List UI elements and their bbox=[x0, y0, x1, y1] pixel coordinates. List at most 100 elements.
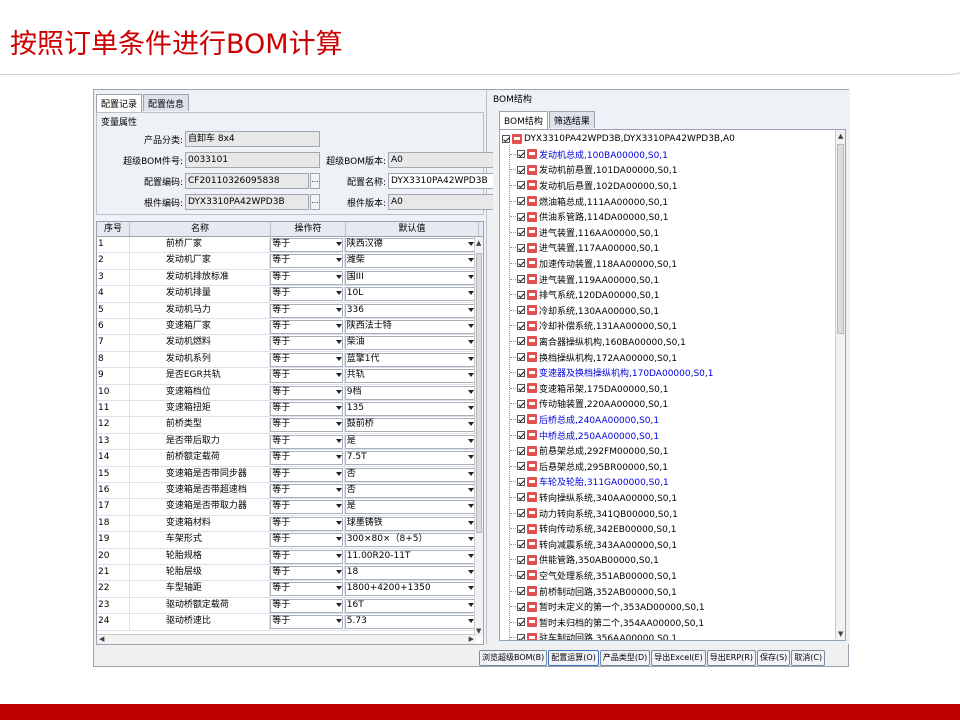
tree-item[interactable]: 冷却系统,130AA00000,S0,1 bbox=[510, 303, 659, 319]
table-row[interactable]: 11 变速箱扭矩 等于 135 bbox=[97, 401, 477, 418]
checkbox[interactable] bbox=[517, 228, 525, 237]
tree-item[interactable]: 进气装置,117AA00000,S0,1 bbox=[510, 240, 659, 256]
table-row[interactable]: 5 发动机马力 等于 336 bbox=[97, 302, 477, 319]
table-row[interactable]: 8 发动机系列 等于 蓝擎1代 bbox=[97, 351, 477, 369]
dropdown-arrow-icon[interactable] bbox=[335, 602, 342, 607]
table-row[interactable]: 17 变速箱是否带取力器 等于 是 bbox=[97, 499, 477, 516]
checkbox[interactable] bbox=[517, 587, 525, 596]
checkbox[interactable] bbox=[517, 290, 525, 299]
tree-item[interactable]: 进气装置,116AA00000,S0,1 bbox=[510, 225, 659, 241]
dropdown-arrow-icon[interactable] bbox=[335, 340, 342, 345]
operator-select[interactable]: 等于 bbox=[270, 253, 345, 269]
default-value-select[interactable]: 16T bbox=[344, 597, 477, 614]
default-value-select[interactable]: 国III bbox=[344, 269, 477, 286]
default-value-select[interactable]: 1800+4200+1350 bbox=[344, 581, 477, 597]
dropdown-arrow-icon[interactable] bbox=[335, 488, 342, 492]
checkbox[interactable] bbox=[517, 212, 525, 221]
grid-horizontal-scrollbar[interactable]: ◀ ▶ bbox=[97, 634, 476, 644]
tree-item[interactable]: 空气处理系统,351AB00000,S0,1 bbox=[510, 568, 677, 584]
dropdown-arrow-icon[interactable] bbox=[335, 471, 342, 476]
dropdown-arrow-icon[interactable] bbox=[335, 406, 342, 410]
operator-select[interactable]: 等于 bbox=[270, 417, 345, 433]
table-row[interactable]: 3 发动机排放标准 等于 国III bbox=[97, 269, 477, 287]
dropdown-arrow-icon[interactable] bbox=[335, 389, 342, 394]
checkbox[interactable] bbox=[517, 633, 525, 640]
dropdown-arrow-icon[interactable] bbox=[335, 504, 342, 509]
default-value-select[interactable]: 11.00R20-11T bbox=[344, 548, 477, 564]
operator-select[interactable]: 等于 bbox=[270, 335, 345, 351]
operator-select[interactable]: 等于 bbox=[270, 286, 345, 302]
tree-item[interactable]: 供油系管路,114DA00000,S0,1 bbox=[510, 209, 669, 225]
checkbox[interactable] bbox=[517, 243, 525, 252]
operator-select[interactable]: 等于 bbox=[270, 401, 345, 417]
operator-select[interactable]: 等于 bbox=[270, 450, 345, 466]
default-value-select[interactable]: 否 bbox=[344, 483, 477, 499]
checkbox[interactable] bbox=[517, 431, 525, 440]
default-value-select[interactable]: 否 bbox=[344, 466, 477, 482]
operator-select[interactable]: 等于 bbox=[270, 433, 345, 450]
operator-select[interactable]: 等于 bbox=[270, 384, 345, 400]
checkbox[interactable] bbox=[517, 337, 525, 346]
checkbox[interactable] bbox=[517, 306, 525, 315]
tree-item[interactable]: 燃油箱总成,111AA00000,S0,1 bbox=[510, 193, 668, 209]
tree-item[interactable]: 前桥制动回路,352AB00000,S0,1 bbox=[510, 583, 677, 599]
tree-item[interactable]: 中桥总成,250AA00000,S0,1 bbox=[510, 427, 659, 443]
tree-item[interactable]: 后悬架总成,295BR00000,S0,1 bbox=[510, 459, 668, 475]
dropdown-arrow-icon[interactable] bbox=[335, 307, 342, 312]
tree-item[interactable]: 转向减震系统,343AA00000,S0,1 bbox=[510, 537, 677, 553]
checkbox[interactable] bbox=[517, 493, 525, 502]
tree-vertical-scrollbar[interactable]: ▲ ▼ bbox=[835, 130, 845, 640]
operator-select[interactable]: 等于 bbox=[270, 499, 345, 515]
operator-select[interactable]: 等于 bbox=[270, 581, 345, 597]
tab-bom-structure[interactable]: BOM结构 bbox=[499, 111, 548, 129]
default-value-select[interactable]: 柴油 bbox=[344, 335, 477, 351]
table-row[interactable]: 9 是否EGR共轨 等于 共轨 bbox=[97, 368, 477, 385]
table-row[interactable]: 24 驱动桥速比 等于 5.73 bbox=[97, 614, 477, 631]
default-value-select[interactable]: 陕西法士特 bbox=[344, 319, 477, 335]
dropdown-arrow-icon[interactable] bbox=[335, 455, 342, 460]
tree-item[interactable]: 传动轴装置,220AA00000,S0,1 bbox=[510, 396, 668, 412]
dropdown-arrow-icon[interactable] bbox=[335, 586, 342, 591]
root-code-browse-button[interactable]: … bbox=[310, 194, 320, 210]
dropdown-arrow-icon[interactable] bbox=[335, 619, 342, 624]
tree-item[interactable]: 车轮及轮胎,311GA00000,S0,1 bbox=[510, 474, 669, 490]
tab-config-record[interactable]: 配置记录 bbox=[96, 94, 143, 112]
dropdown-arrow-icon[interactable] bbox=[335, 537, 342, 542]
checkbox[interactable] bbox=[517, 555, 525, 564]
default-value-select[interactable]: 潍柴 bbox=[344, 253, 477, 269]
dropdown-arrow-icon[interactable] bbox=[335, 324, 342, 328]
table-row[interactable]: 4 发动机排量 等于 10L bbox=[97, 286, 477, 303]
tree-item[interactable]: 供能管路,350AB00000,S0,1 bbox=[510, 552, 659, 568]
default-value-select[interactable]: 5.73 bbox=[344, 614, 477, 630]
checkbox[interactable] bbox=[517, 150, 525, 159]
tree-item[interactable]: 暂时未归档的第二个,354AA00000,S0,1 bbox=[510, 615, 704, 631]
tree-item[interactable]: 发动机总成,100BA00000,S0,1 bbox=[510, 147, 668, 163]
operator-select[interactable]: 等于 bbox=[270, 483, 345, 499]
tree-scroll-thumb[interactable] bbox=[837, 144, 844, 334]
default-value-select[interactable]: 是 bbox=[344, 499, 477, 515]
checkbox[interactable] bbox=[517, 415, 525, 424]
operator-select[interactable]: 等于 bbox=[270, 302, 345, 318]
export-excel-button[interactable]: 导出Excel(E) bbox=[651, 650, 706, 666]
tab-config-info[interactable]: 配置信息 bbox=[143, 94, 190, 111]
tree-item[interactable]: 动力转向系统,341QB00000,S0,1 bbox=[510, 505, 678, 521]
product-category-field[interactable]: 自卸车 8x4 bbox=[185, 131, 320, 147]
checkbox[interactable] bbox=[517, 446, 525, 455]
tree-item[interactable]: 转向传动系统,342EB00000,S0,1 bbox=[510, 521, 676, 537]
root-code-field[interactable]: DYX3310PA42WPD3B bbox=[185, 194, 309, 210]
col-header-no[interactable]: 序号 bbox=[97, 222, 130, 236]
tree-item[interactable]: 前悬架总成,292FM00000,S0,1 bbox=[510, 443, 669, 459]
table-row[interactable]: 6 变速箱厂家 等于 陕西法士特 bbox=[97, 319, 477, 336]
dropdown-arrow-icon[interactable] bbox=[335, 356, 342, 361]
tree-item[interactable]: 排气系统,120DA00000,S0,1 bbox=[510, 287, 660, 303]
checkbox[interactable] bbox=[517, 509, 525, 518]
operator-select[interactable]: 等于 bbox=[270, 351, 345, 368]
col-header-default[interactable]: 默认值 bbox=[346, 222, 479, 236]
dropdown-arrow-icon[interactable] bbox=[335, 553, 342, 558]
col-header-name[interactable]: 名称 bbox=[130, 222, 271, 236]
default-value-select[interactable]: 7.5T bbox=[344, 450, 477, 466]
checkbox[interactable] bbox=[517, 540, 525, 549]
table-row[interactable]: 13 是否带后取力 等于 是 bbox=[97, 433, 477, 451]
grid-vertical-scrollbar[interactable]: ▲ ▼ bbox=[474, 237, 483, 637]
operator-select[interactable]: 等于 bbox=[270, 515, 345, 532]
